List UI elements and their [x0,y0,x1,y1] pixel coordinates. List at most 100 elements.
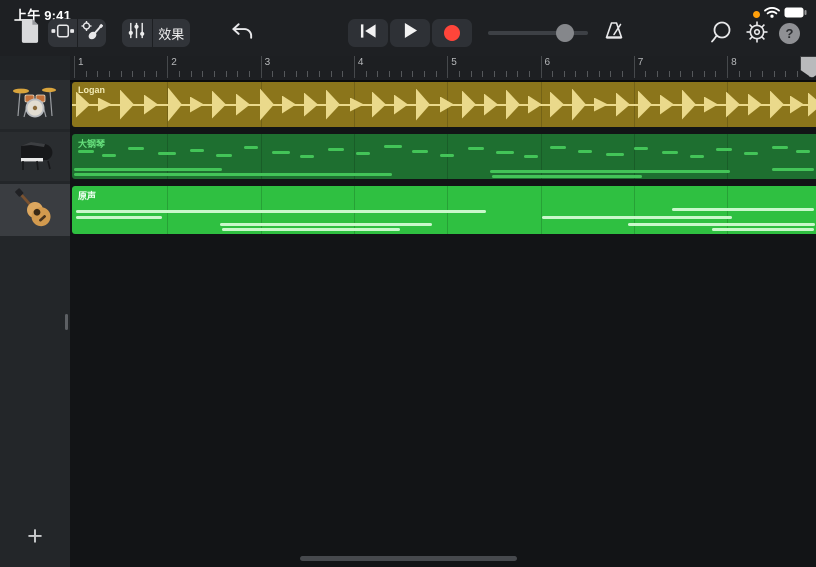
midi-note [74,173,392,176]
track-header-drums[interactable] [0,80,70,129]
ruler-tick [331,71,332,77]
ruler-tick [424,71,425,77]
ruler-tick [564,71,565,77]
volume-slider-knob[interactable] [556,24,574,42]
ruler-tick [97,71,98,77]
ruler-measure-label: 6 [545,57,551,68]
ruler-tick [366,71,367,77]
midi-note [772,168,814,171]
view-toggle-group [48,19,106,47]
waveform-spike [638,91,652,119]
midi-note [634,147,648,150]
region-gridline [634,186,635,234]
waveform-spike [462,91,476,119]
midi-note [440,154,454,157]
midi-note [712,228,814,231]
ruler-tick [191,71,192,77]
midi-note [222,228,400,231]
waveform-spike [260,89,274,121]
waveform-spike [144,95,158,115]
ruler-tick [506,71,507,77]
waveform-spike [572,89,586,121]
midi-note [76,210,486,213]
midi-note [744,152,758,155]
add-track-button[interactable]: + [21,522,49,550]
track-header-grand-piano[interactable] [0,132,70,181]
region-label-drums: Logan [78,85,105,95]
waveform-spike [190,97,204,113]
waveform-spike [372,92,386,118]
ruler-tick [284,71,285,77]
waveform-spike [236,94,250,116]
waveform-spike [212,91,226,119]
loop-browser-button[interactable] [708,21,734,47]
waveform-spike [416,89,430,121]
ruler-measure-line [354,56,355,78]
go-to-beginning-button[interactable] [348,19,388,47]
play-button[interactable] [390,19,430,47]
midi-note [490,170,730,173]
mixer-sliders-icon [127,21,146,45]
remix-fx-button[interactable] [122,19,152,47]
help-button[interactable]: ? [779,23,800,44]
track-header-acoustic-guitar[interactable] [0,184,70,236]
midi-note [672,208,814,211]
settings-button[interactable] [744,21,770,47]
midi-note [190,149,204,152]
midi-note [524,155,538,158]
record-button[interactable] [432,19,472,47]
ruler-tick [342,71,343,77]
ruler-tick [552,71,553,77]
instruments-icon [80,20,103,46]
ruler-tick [692,71,693,77]
waveform-spike [808,93,816,117]
midi-note [356,152,370,155]
region-drums[interactable]: Logan [72,82,816,127]
undo-button[interactable] [228,20,256,46]
ruler-tick [657,71,658,77]
region-grand-piano[interactable]: 大钢琴 [72,134,816,179]
home-indicator[interactable] [300,556,517,561]
help-question-label: ? [786,26,794,41]
ruler-tick [517,71,518,77]
waveform-spike [790,96,804,114]
ruler-tick [785,71,786,77]
waveform-spike [770,91,784,119]
midi-note [328,148,344,151]
sidebar-ruler-corner [0,56,70,80]
waveform-spike [120,90,134,120]
ruler-measure-line [167,56,168,78]
ruler-tick [459,71,460,77]
waveform-spike [304,93,318,117]
midi-note [128,147,144,150]
ruler-tick [412,71,413,77]
waveform-spike [506,90,520,120]
recording-indicator-dot [753,11,760,18]
ruler-tick [226,71,227,77]
midi-note [628,223,815,226]
ruler-tick [669,71,670,77]
midi-note [74,168,222,171]
header-resize-handle[interactable] [65,314,68,330]
ruler-measure-line [74,56,75,78]
timeline-ruler[interactable]: 12345678 [70,56,816,82]
ruler-measure-label: 4 [358,57,364,68]
ruler-measure-line [541,56,542,78]
tracks-view-button[interactable] [48,19,77,47]
midi-note [78,150,94,153]
midi-note [716,148,732,151]
ruler-tick [797,71,798,77]
battery-icon [784,5,807,23]
sound-browser-button[interactable] [77,19,107,47]
ruler-tick [680,71,681,77]
midi-note [542,216,732,219]
ruler-tick [494,71,495,77]
midi-note [690,155,704,158]
ruler-tick [237,71,238,77]
my-songs-button[interactable] [14,19,44,47]
region-acoustic-guitar[interactable]: 原声 [72,186,816,234]
metronome-button[interactable] [602,21,626,45]
effects-button[interactable]: 效果 [152,19,190,47]
ruler-tick [587,71,588,77]
ruler-tick [156,71,157,77]
